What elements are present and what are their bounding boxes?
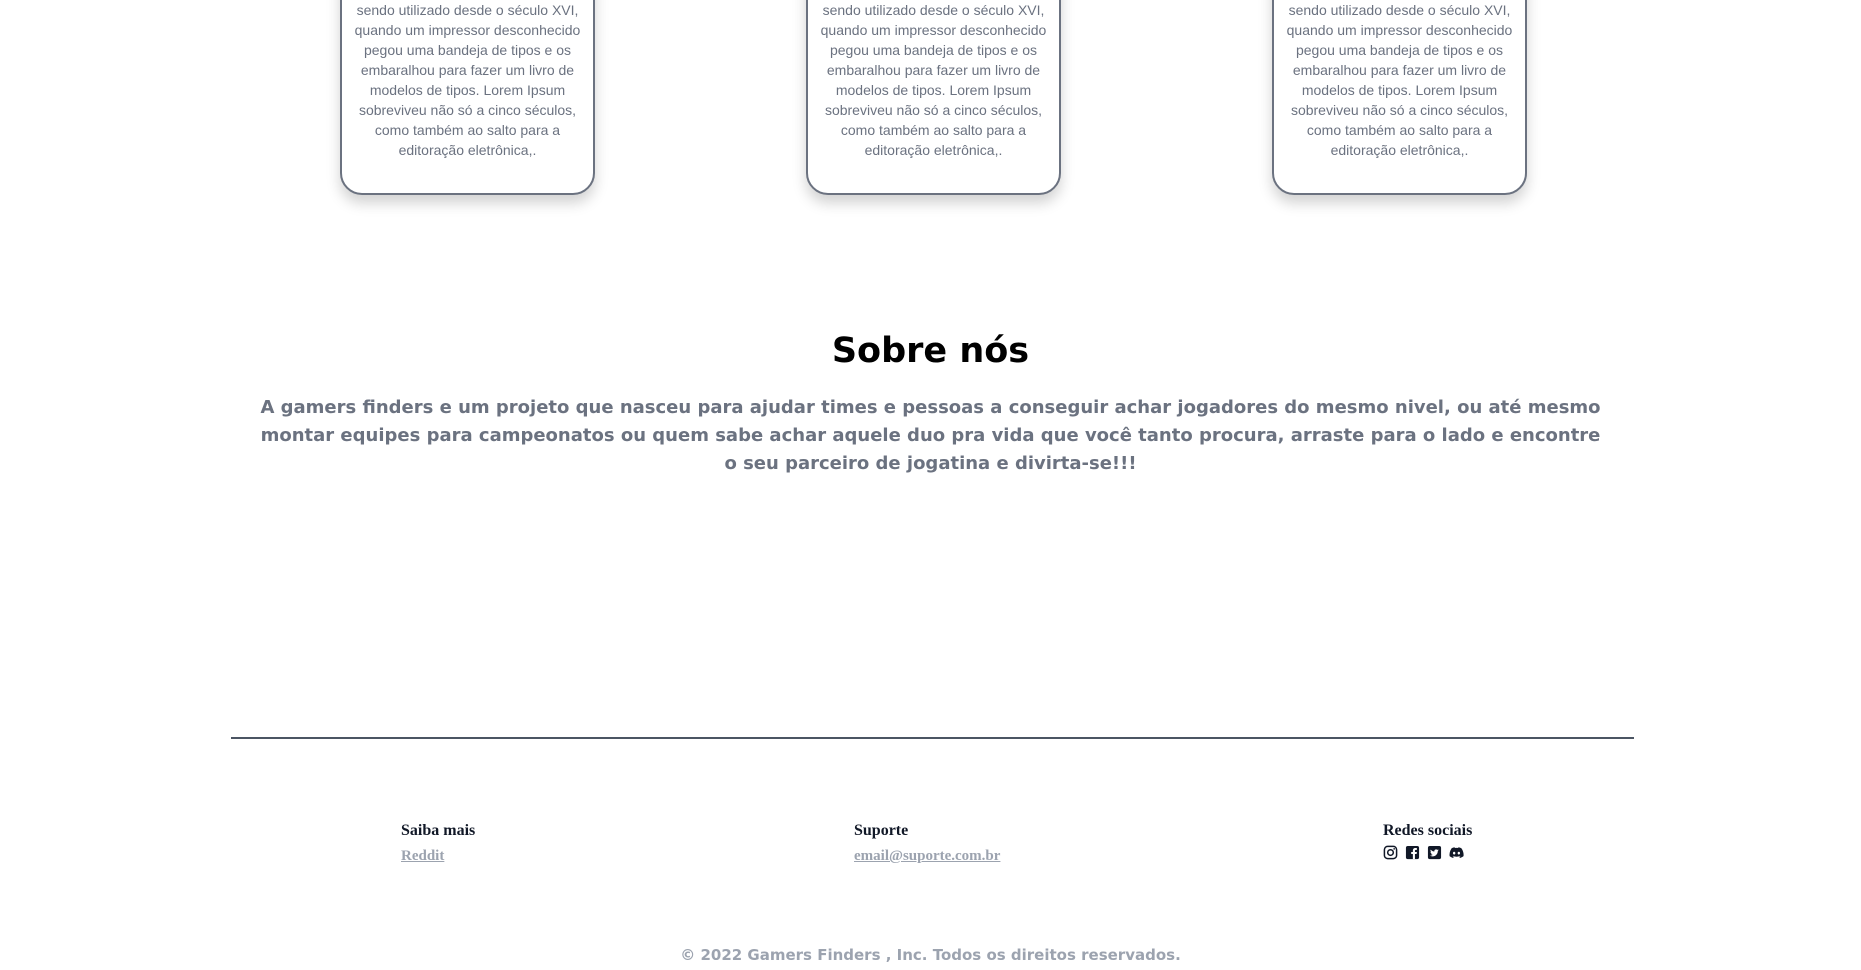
feature-card: sendo utilizado desde o século XVI, quan… (340, 0, 595, 195)
card-text: sendo utilizado desde o século XVI, quan… (820, 2, 1047, 158)
facebook-icon[interactable] (1405, 845, 1420, 860)
copyright-text: © 2022 Gamers Finders , Inc. Todos os di… (680, 946, 1181, 964)
instagram-icon[interactable] (1383, 845, 1398, 860)
footer-learn-more: Saiba mais Reddit (401, 821, 475, 866)
support-email-link[interactable]: email@suporte.com.br (854, 846, 1000, 866)
card-text: sendo utilizado desde o século XVI, quan… (354, 2, 581, 158)
footer-social: Redes sociais (1383, 821, 1472, 860)
social-icons (1383, 845, 1472, 860)
page: sendo utilizado desde o século XVI, quan… (0, 0, 1861, 970)
about-title: Sobre nós (831, 331, 1030, 371)
reddit-link[interactable]: Reddit (401, 846, 444, 866)
twitter-icon[interactable] (1427, 845, 1442, 860)
footer-divider (231, 737, 1634, 739)
feature-card: sendo utilizado desde o século XVI, quan… (1272, 0, 1527, 195)
about-description: A gamers finders e um projeto que nasceu… (260, 397, 1601, 474)
card-text: sendo utilizado desde o século XVI, quan… (1286, 2, 1513, 158)
discord-icon[interactable] (1449, 845, 1464, 860)
footer-support-heading: Suporte (854, 822, 909, 839)
feature-card: sendo utilizado desde o século XVI, quan… (806, 0, 1061, 195)
footer-social-heading: Redes sociais (1383, 822, 1473, 839)
footer-learn-more-heading: Saiba mais (401, 822, 476, 839)
footer-support: Suporte email@suporte.com.br (854, 821, 1000, 866)
